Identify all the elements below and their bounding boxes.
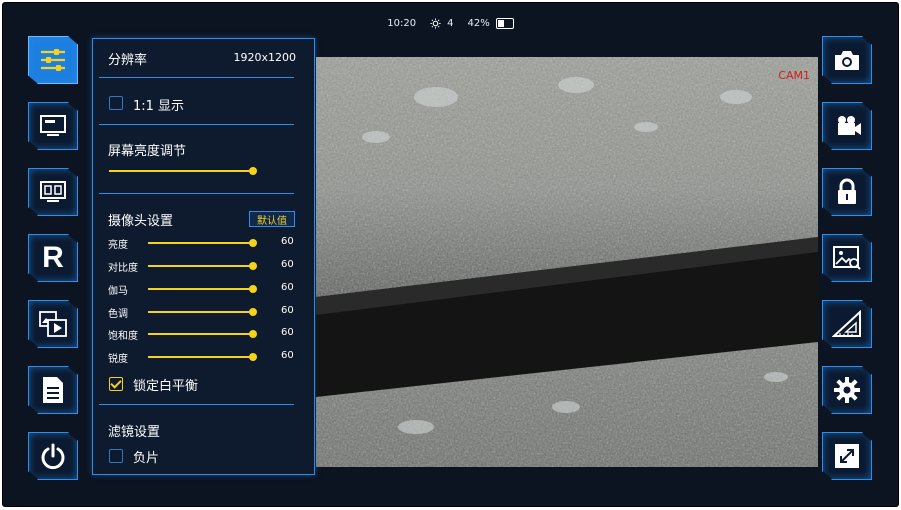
- reset-label: R: [42, 241, 64, 274]
- camera-icon: [835, 51, 859, 70]
- divider: [99, 77, 294, 78]
- filter-title: 滤镜设置: [108, 425, 161, 440]
- app-screen: 10:20 4 42% R 分辨率 1920x1200 1:1 显示 屏幕亮度调…: [2, 2, 899, 507]
- slider-value: 60: [281, 259, 294, 270]
- resolution-value[interactable]: 1920x1200: [234, 51, 297, 64]
- brightness-icon: [430, 17, 441, 29]
- camera-overlay-label: CAM1: [778, 69, 810, 82]
- slider-knob[interactable]: [249, 285, 257, 293]
- negative-label: 负片: [133, 451, 160, 466]
- slider-value: 60: [281, 350, 294, 361]
- slider-knob[interactable]: [249, 330, 257, 338]
- divider: [99, 124, 294, 125]
- lock-icon: [838, 178, 856, 204]
- expand-icon: [835, 444, 859, 468]
- camera-preview[interactable]: CAM1: [316, 57, 818, 467]
- slider-value: 60: [281, 305, 294, 316]
- reset-button[interactable]: R: [28, 234, 78, 282]
- default-values-button[interactable]: 默认值: [249, 211, 295, 227]
- document-icon: [43, 377, 63, 403]
- record-video-button[interactable]: [822, 102, 872, 150]
- one-to-one-label: 1:1 显示: [133, 99, 185, 114]
- slider-knob[interactable]: [249, 167, 257, 175]
- one-to-one-checkbox[interactable]: [109, 96, 123, 110]
- clock: 10:20: [387, 17, 417, 29]
- gear-icon: [834, 377, 860, 403]
- slider-track: [148, 333, 253, 335]
- slider-value: 60: [281, 282, 294, 293]
- slider-track: [148, 311, 253, 313]
- document-button[interactable]: [28, 366, 78, 414]
- set-square-icon: [832, 310, 861, 337]
- media-button[interactable]: [28, 300, 78, 348]
- divider: [99, 404, 294, 405]
- camera-settings-title: 摄像头设置: [108, 214, 174, 229]
- lock-white-balance-label: 锁定白平衡: [133, 379, 199, 394]
- lock-white-balance-checkbox[interactable]: [109, 377, 123, 391]
- slider-track: [148, 265, 253, 267]
- monitor-icon: [40, 115, 66, 136]
- slider-value: 60: [281, 327, 294, 338]
- image-browser-button[interactable]: [822, 234, 872, 282]
- image-search-icon: [833, 246, 861, 270]
- settings-gear-button[interactable]: [822, 366, 872, 414]
- divider: [99, 193, 294, 194]
- battery-icon: [495, 17, 514, 29]
- capture-photo-button[interactable]: [822, 36, 872, 84]
- split-screen-button[interactable]: [28, 168, 78, 216]
- slider-value: 60: [281, 236, 294, 247]
- split-screen-icon: [40, 181, 66, 202]
- lock-button[interactable]: [822, 168, 872, 216]
- slider-track: [109, 170, 253, 172]
- settings-button[interactable]: [28, 36, 78, 84]
- slider-label: 对比度: [108, 263, 138, 274]
- slider-label: 伽马: [108, 286, 128, 297]
- video-camera-icon: [838, 116, 861, 135]
- status-bar: 10:20 4 42%: [3, 15, 898, 31]
- display-button[interactable]: [28, 102, 78, 150]
- power-button[interactable]: [28, 432, 78, 480]
- image-video-icon: [39, 311, 67, 337]
- settings-panel: 分辨率 1920x1200 1:1 显示 屏幕亮度调节 摄像头设置 默认值 亮度…: [92, 38, 315, 475]
- slider-label: 饱和度: [108, 331, 138, 342]
- slider-knob[interactable]: [249, 239, 257, 247]
- power-icon: [41, 443, 65, 470]
- slider-knob[interactable]: [249, 262, 257, 270]
- slider-track: [148, 356, 253, 358]
- measure-button[interactable]: [822, 300, 872, 348]
- battery-percent: 42%: [467, 17, 490, 29]
- camera-feed-image: [316, 57, 818, 467]
- slider-track: [148, 288, 253, 290]
- sliders-icon: [41, 49, 65, 71]
- slider-label: 锐度: [108, 354, 128, 365]
- slider-knob[interactable]: [249, 353, 257, 361]
- negative-checkbox[interactable]: [109, 449, 123, 463]
- resolution-label: 分辨率: [108, 53, 148, 68]
- slider-label: 亮度: [108, 240, 128, 251]
- slider-label: 色调: [108, 309, 128, 320]
- fullscreen-button[interactable]: [822, 432, 872, 480]
- slider-knob[interactable]: [249, 308, 257, 316]
- slider-track: [148, 242, 253, 244]
- brightness-title: 屏幕亮度调节: [108, 144, 187, 159]
- brightness-level: 4: [447, 17, 454, 29]
